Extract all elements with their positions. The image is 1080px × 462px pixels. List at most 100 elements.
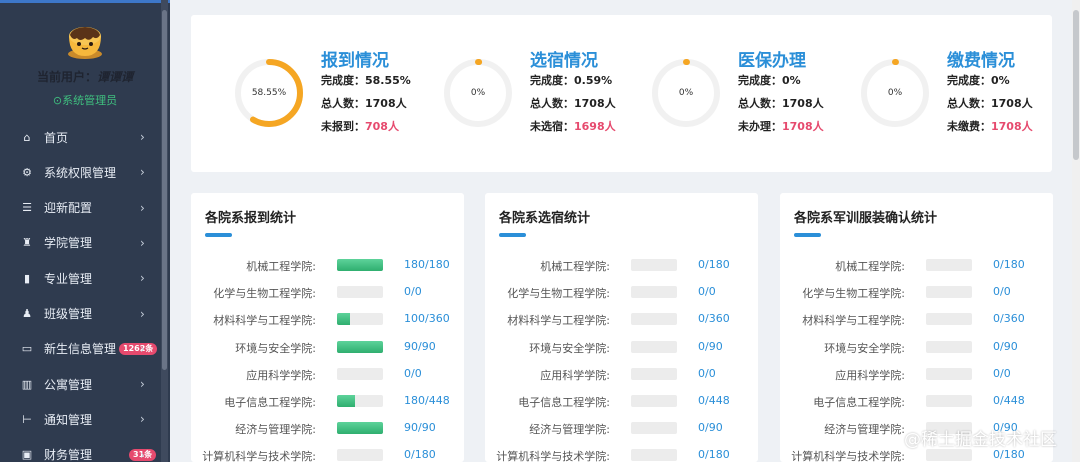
department-count: 0/180 — [404, 448, 436, 462]
department-progress-bar — [631, 313, 677, 326]
department-row: 应用科学学院: 0/0 — [780, 365, 1053, 383]
panel-title-underline — [794, 233, 821, 237]
summary-stat-label: 未报到： — [321, 120, 365, 133]
chevron-right-icon: › — [140, 447, 145, 462]
sidebar-top-accent — [0, 0, 170, 3]
department-name: 材料科学与工程学院: — [213, 314, 316, 328]
summary-stat-title: 报到情况 — [321, 51, 389, 71]
department-name: 材料科学与工程学院: — [802, 314, 905, 328]
summary-stat-label: 未办理： — [738, 120, 782, 133]
summary-stat-label: 总人数： — [947, 97, 991, 110]
wallet-icon: ▣ — [21, 448, 33, 462]
main-scrollbar[interactable] — [1072, 0, 1080, 462]
sidebar-item-5[interactable]: ♟ 班级管理 › — [0, 297, 160, 331]
chevron-right-icon: › — [140, 200, 145, 215]
current-user-prefix: 当前用户： — [36, 70, 97, 84]
department-name: 电子信息工程学院: — [813, 396, 905, 409]
summary-stat-row: 完成度：0% — [738, 72, 801, 88]
department-row: 环境与安全学院: 90/90 — [191, 338, 464, 356]
department-progress-bar — [337, 313, 383, 326]
current-user-name: 谭谭谭 — [97, 70, 134, 84]
department-count: 90/90 — [404, 421, 436, 435]
department-row: 应用科学学院: 0/0 — [191, 365, 464, 383]
department-name: 应用科学学院: — [540, 368, 610, 382]
summary-stat-row: 总人数：1708人 — [738, 95, 824, 111]
department-row: 材料科学与工程学院: 0/360 — [485, 310, 758, 328]
sidebar-scrollbar[interactable] — [161, 0, 168, 462]
sidebar-item-0[interactable]: ⌂ 首页 › — [0, 120, 160, 154]
summary-stat-title: 缴费情况 — [947, 51, 1015, 71]
department-name: 环境与安全学院: — [824, 341, 905, 355]
department-progress-bar — [337, 395, 383, 407]
department-progress-bar — [337, 259, 383, 271]
summary-stat-value: 0% — [782, 74, 801, 87]
department-name: 环境与安全学院: — [235, 341, 316, 355]
current-user: 当前用户：谭谭谭 — [0, 68, 170, 85]
sidebar-item-label: 班级管理 — [44, 307, 93, 321]
department-count: 180/180 — [404, 258, 450, 271]
sitemap-icon: ⊢ — [22, 412, 32, 426]
department-progress-bar — [926, 313, 972, 326]
sidebar-item-6[interactable]: ▭ 新生信息管理 1262条 › — [0, 332, 160, 366]
summary-stat-label: 完成度： — [738, 74, 782, 87]
sidebar-item-label: 学院管理 — [44, 236, 93, 251]
sidebar-item-7[interactable]: ▥ 公寓管理 › — [0, 367, 160, 401]
users-icon: ♟ — [22, 307, 32, 320]
department-row: 计算机科学与技术学院: 0/180 — [191, 446, 464, 462]
id-card-icon: ▭ — [21, 342, 33, 356]
book-icon: ▮ — [23, 271, 31, 285]
department-row: 环境与安全学院: 0/90 — [485, 338, 758, 356]
summary-stat-2: 0% 医保办理 完成度：0% 总人数：1708人 未办理：1708人 — [650, 15, 850, 172]
stat-panel-2: 各院系军训服装确认统计 机械工程学院: 0/180 化学与生物工程学院: 0/0 材料科学… — [780, 193, 1053, 462]
summary-stat-label: 总人数： — [530, 97, 574, 110]
sidebar-item-label: 专业管理 — [44, 271, 93, 286]
department-progress-bar — [631, 259, 677, 271]
department-name: 机械工程学院: — [540, 260, 610, 273]
department-count: 0/0 — [993, 366, 1011, 380]
department-row: 电子信息工程学院: 0/448 — [485, 392, 758, 410]
summary-stat-value: 0% — [991, 74, 1010, 87]
department-row: 经济与管理学院: 90/90 — [191, 419, 464, 437]
summary-stat-row: 完成度：58.55% — [321, 72, 411, 88]
department-row: 电子信息工程学院: 0/448 — [780, 392, 1053, 410]
department-progress-bar — [337, 367, 383, 380]
department-name: 材料科学与工程学院: — [507, 314, 610, 328]
sidebar-item-3[interactable]: ♜ 学院管理 › — [0, 226, 160, 260]
main-scrollbar-thumb[interactable] — [1073, 10, 1079, 160]
summary-stat-value: 708人 — [365, 120, 399, 133]
department-progress-bar — [337, 340, 383, 353]
sidebar: 当前用户：谭谭谭 ⊙系统管理员 ⌂ 首页 › ⚙ 系统权限管理 › ☰ 迎新配置 › ♜ 学院管理 ›… — [0, 0, 170, 462]
department-progress-bar — [631, 395, 677, 407]
sidebar-item-2[interactable]: ☰ 迎新配置 › — [0, 191, 160, 225]
sidebar-scrollbar-thumb[interactable] — [162, 10, 167, 370]
department-row: 环境与安全学院: 0/90 — [780, 338, 1053, 356]
department-row: 电子信息工程学院: 180/448 — [191, 392, 464, 410]
department-row: 化学与生物工程学院: 0/0 — [191, 283, 464, 301]
summary-stat-title: 选宿情况 — [530, 51, 598, 71]
summary-stat-label: 未缴费： — [947, 120, 991, 133]
chevron-right-icon: › — [140, 412, 145, 427]
sidebar-item-label: 通知管理 — [44, 412, 93, 427]
department-count: 0/0 — [698, 366, 716, 380]
department-count: 0/0 — [404, 366, 422, 380]
summary-card: 58.55% 报到情况 完成度：58.55% 总人数：1708人 未报到：708人 0% 选… — [191, 15, 1052, 172]
department-row: 化学与生物工程学院: 0/0 — [780, 283, 1053, 301]
chevron-right-icon: › — [140, 271, 145, 286]
progress-ring-label: 0% — [887, 88, 903, 98]
sidebar-item-1[interactable]: ⚙ 系统权限管理 › — [0, 155, 160, 189]
sidebar-item-label: 财务管理 — [44, 448, 93, 462]
department-count: 0/180 — [993, 448, 1025, 462]
sidebar-item-label: 新生信息管理 — [44, 342, 117, 357]
department-row: 应用科学学院: 0/0 — [485, 365, 758, 383]
department-progress-bar — [631, 286, 677, 299]
department-name: 计算机科学与技术学院: — [496, 450, 610, 462]
department-name: 化学与生物工程学院: — [802, 287, 905, 301]
department-progress-fill — [337, 422, 383, 435]
building-icon: ▥ — [21, 377, 33, 391]
sidebar-item-9[interactable]: ▣ 财务管理 31条 › — [0, 438, 160, 462]
department-name: 经济与管理学院: — [235, 423, 316, 437]
summary-stat-row: 未办理：1708人 — [738, 118, 824, 134]
sidebar-item-4[interactable]: ▮ 专业管理 › — [0, 261, 160, 295]
chevron-right-icon: › — [140, 377, 145, 392]
sidebar-item-8[interactable]: ⊢ 通知管理 › — [0, 402, 160, 436]
